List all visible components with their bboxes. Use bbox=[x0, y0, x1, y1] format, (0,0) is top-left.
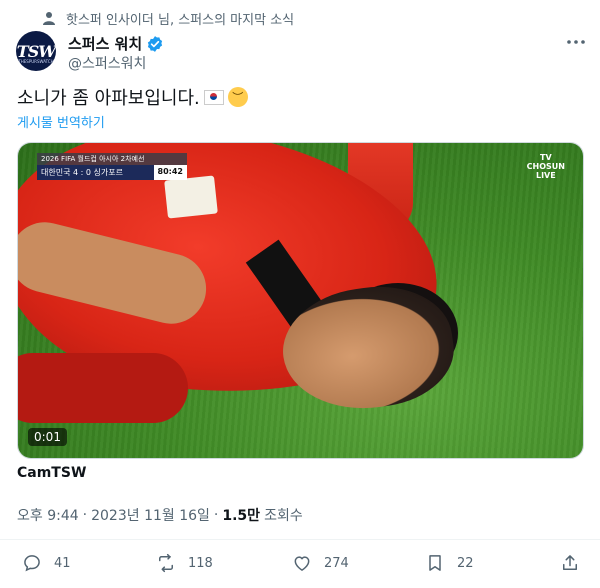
video-source-label[interactable]: CamTSW bbox=[17, 465, 86, 481]
bookmark-button[interactable]: 22 bbox=[425, 553, 474, 573]
author-name[interactable]: 스퍼스 워치 bbox=[68, 33, 164, 54]
share-button[interactable] bbox=[560, 553, 580, 573]
broadcaster-line2: CHOSUN bbox=[526, 162, 565, 171]
bookmark-count: 22 bbox=[457, 555, 474, 571]
scoreboard-title: 2026 FIFA 월드컵 아시아 2차예선 bbox=[37, 153, 187, 165]
share-icon bbox=[563, 555, 577, 570]
pensive-face-icon: ︶ bbox=[227, 87, 248, 107]
translate-post-link[interactable]: 게시물 번역하기 bbox=[17, 112, 105, 131]
meta-separator: · bbox=[213, 507, 219, 523]
verified-badge-icon bbox=[148, 35, 163, 52]
video-player[interactable]: 2026 FIFA 월드컵 아시아 2차예선 대한민국 4 : 0 싱가포르 8… bbox=[17, 142, 584, 459]
meta-separator: · bbox=[82, 507, 88, 523]
video-timestamp: 0:01 bbox=[28, 428, 67, 446]
avatar-logo-text: TSW bbox=[16, 41, 56, 61]
korea-flag-icon bbox=[203, 89, 224, 105]
social-context[interactable]: 핫스퍼 인사이더 님, 스퍼스의 마지막 소식 bbox=[42, 8, 294, 28]
display-name-text: 스퍼스 워치 bbox=[68, 35, 143, 53]
heart-icon bbox=[294, 556, 310, 571]
more-options-icon[interactable] bbox=[565, 34, 587, 50]
post-time[interactable]: 오후 9:44 bbox=[17, 505, 79, 525]
views-count: 1.5만 bbox=[222, 508, 261, 524]
like-button[interactable]: 274 bbox=[292, 553, 349, 573]
repost-count: 118 bbox=[188, 555, 213, 571]
tweet-body: 소니가 좀 아파보입니다. bbox=[17, 88, 200, 109]
repost-icon bbox=[159, 553, 173, 573]
tweet-text: 소니가 좀 아파보입니다. ︶ bbox=[17, 84, 248, 110]
jersey-patch bbox=[164, 175, 218, 219]
bookmark-icon bbox=[429, 555, 441, 571]
broadcaster-line3: LIVE bbox=[535, 171, 556, 180]
avatar[interactable]: TSW THESPURSWATCH bbox=[16, 31, 56, 71]
reply-icon bbox=[24, 555, 40, 572]
post-meta: 오후 9:44 · 2023년 11월 16일 · 1.5만 조회수 bbox=[17, 505, 303, 525]
like-count: 274 bbox=[324, 555, 349, 571]
person-icon bbox=[43, 12, 55, 25]
broadcaster-line1: TV bbox=[540, 153, 552, 162]
repost-button[interactable]: 118 bbox=[156, 553, 213, 573]
scoreboard-score: 대한민국 4 : 0 싱가포르 bbox=[37, 165, 154, 180]
reply-count: 41 bbox=[54, 555, 71, 571]
broadcaster-logo: TV CHOSUN LIVE bbox=[527, 153, 565, 180]
views-label: 조회수 bbox=[264, 508, 303, 524]
reply-button[interactable]: 41 bbox=[22, 553, 71, 573]
scoreboard-clock: 80:42 bbox=[153, 165, 187, 180]
social-context-text: 핫스퍼 인사이더 님, 스퍼스의 마지막 소식 bbox=[66, 12, 295, 28]
player-shorts bbox=[18, 353, 188, 423]
avatar-logo-subtext: THESPURSWATCH bbox=[18, 59, 54, 64]
post-date[interactable]: 2023년 11월 16일 bbox=[91, 505, 210, 525]
scoreboard: 2026 FIFA 월드컵 아시아 2차예선 대한민국 4 : 0 싱가포르 8… bbox=[37, 153, 187, 180]
divider bbox=[0, 539, 600, 540]
author-handle[interactable]: @스퍼스워치 bbox=[68, 53, 146, 73]
